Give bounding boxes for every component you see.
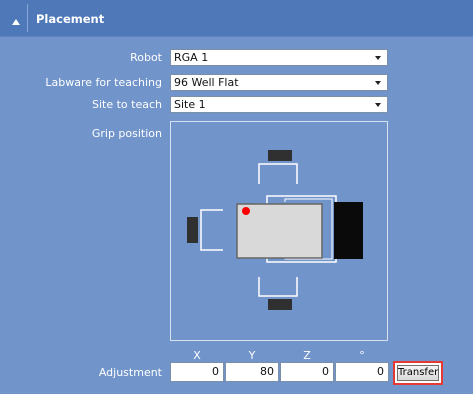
robot-select-value: RGA 1 <box>174 51 209 64</box>
dropdown-arrow-icon[interactable] <box>375 56 381 60</box>
grip-position-selector[interactable] <box>170 121 388 341</box>
site-label: Site to teach <box>92 98 162 111</box>
robot-label: Robot <box>130 51 162 64</box>
adjustment-angle-input[interactable]: 0 <box>335 362 389 382</box>
site-select[interactable]: Site 1 <box>170 96 388 113</box>
transfer-button[interactable]: Transfer <box>397 365 439 381</box>
header-divider <box>27 4 28 32</box>
transfer-highlight: Transfer <box>393 361 443 385</box>
axis-x-label: X <box>193 349 201 362</box>
labware-select-value: 96 Well Flat <box>174 76 239 89</box>
dropdown-arrow-icon[interactable] <box>375 103 381 107</box>
adjustment-x-input[interactable]: 0 <box>170 362 224 382</box>
grip-diagram <box>187 150 363 310</box>
collapse-triangle-icon[interactable] <box>12 19 20 25</box>
adjustment-label: Adjustment <box>98 366 162 379</box>
a1-marker-dot <box>242 207 250 215</box>
section-title: Placement <box>36 12 105 26</box>
adjustment-y-input[interactable]: 80 <box>225 362 279 382</box>
header-separator <box>0 36 473 37</box>
axis-angle-label: ° <box>359 349 365 362</box>
placement-panel: Placement Robot RGA 1 Labware for teachi… <box>0 0 473 394</box>
grip-left-option[interactable] <box>187 209 223 251</box>
dropdown-arrow-icon[interactable] <box>375 81 381 85</box>
grip-bottom-option[interactable] <box>258 277 298 310</box>
labware-label: Labware for teaching <box>45 76 162 89</box>
site-select-value: Site 1 <box>174 98 206 111</box>
axis-z-label: Z <box>303 349 311 362</box>
grip-top-option[interactable] <box>258 150 298 184</box>
grip-position-label: Grip position <box>91 127 162 140</box>
labware-select[interactable]: 96 Well Flat <box>170 74 388 91</box>
section-header[interactable]: Placement <box>0 0 473 36</box>
adjustment-z-input[interactable]: 0 <box>280 362 334 382</box>
axis-y-label: Y <box>248 349 256 362</box>
robot-select[interactable]: RGA 1 <box>170 49 388 66</box>
